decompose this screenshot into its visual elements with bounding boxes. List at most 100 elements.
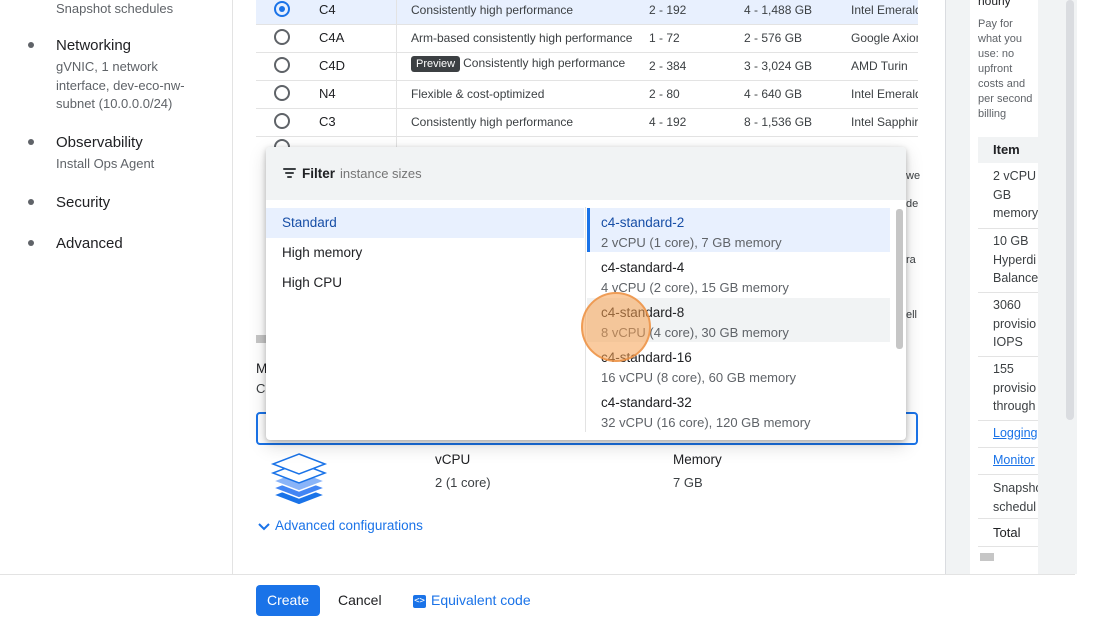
option-desc: 32 vCPU (16 core), 120 GB memory — [601, 415, 811, 430]
category-high-memory[interactable]: High memory — [266, 238, 584, 268]
left-nav: Snapshot schedules Networking gVNIC, 1 n… — [0, 0, 233, 574]
filter-label: Filter — [302, 166, 336, 181]
series-platform: Google Axion — [851, 31, 918, 45]
bullet-icon — [28, 240, 34, 246]
series-vcpus: 2 - 192 — [649, 3, 687, 17]
series-platform: Intel Emerald — [851, 87, 918, 101]
cancel-button[interactable]: Cancel — [338, 592, 382, 608]
chevron-down-icon — [258, 519, 270, 534]
nav-item-label: Observability — [56, 134, 143, 151]
series-desc: Arm-based consistently high performance — [411, 31, 633, 45]
series-desc: Consistently high performance — [463, 56, 626, 70]
series-platform: Intel Sapphire — [851, 115, 918, 129]
nav-item-desc: Install Ops Agent — [56, 156, 155, 171]
vcpu-value: 2 (1 core) — [435, 475, 491, 490]
stacked-layers-icon — [270, 451, 328, 507]
pricing-desc: Pay for what you use: no upfront costs a… — [978, 18, 1033, 120]
table-peek-text: we — [906, 170, 921, 182]
page-scrollbar[interactable] — [1066, 0, 1074, 420]
series-vcpus: 4 - 192 — [649, 115, 687, 129]
action-bar — [0, 574, 1075, 627]
option-c4-standard-32[interactable]: c4-standard-32 32 vCPU (16 core), 120 GB… — [587, 388, 890, 432]
series-vcpus: 2 - 384 — [649, 59, 687, 73]
pricing-item: 2 vCPU GB memory — [993, 169, 1038, 220]
memory-value: 7 GB — [673, 475, 703, 490]
pricing-item: Snapshot schedul — [993, 481, 1038, 514]
machine-series-table: C4 Consistently high performance 2 - 192… — [256, 0, 918, 164]
table-peek-text: ell — [906, 309, 918, 321]
nav-item-label: Security — [56, 194, 111, 211]
machine-type-dropdown: Filter Standard High memory High CPU c4-… — [266, 147, 906, 440]
series-name: N4 — [319, 86, 336, 101]
table-row-n4[interactable]: N4 Flexible & cost-optimized 2 - 80 4 - … — [256, 80, 918, 109]
option-name: c4-standard-4 — [601, 260, 685, 275]
table-row-c4d[interactable]: C4D Preview Consistently high performance… — [256, 52, 918, 81]
vcpu-label: vCPU — [435, 452, 471, 467]
radio-button[interactable] — [274, 85, 290, 101]
category-standard[interactable]: Standard — [266, 208, 584, 238]
table-row-c4[interactable]: C4 Consistently high performance 2 - 192… — [256, 0, 918, 25]
nav-item-label: Advanced — [56, 235, 123, 252]
nav-item-desc: gVNIC, 1 network interface, dev-eco-nw-s… — [56, 59, 185, 111]
radio-button[interactable] — [274, 57, 290, 73]
bullet-icon — [28, 139, 34, 145]
pricing-scrollbar[interactable] — [980, 553, 994, 561]
option-name: c4-standard-16 — [601, 350, 692, 365]
series-desc-wrap: Preview Consistently high performance — [411, 56, 625, 72]
bullet-icon — [28, 199, 34, 205]
filter-input[interactable] — [340, 166, 640, 181]
pricing-item: 3060 provisio IOPS — [993, 298, 1037, 349]
radio-button[interactable] — [274, 29, 290, 45]
series-platform: AMD Turin — [851, 59, 908, 73]
series-desc: Consistently high performance — [411, 115, 574, 129]
advanced-configurations-label: Advanced configurations — [275, 518, 423, 533]
option-name: c4-standard-2 — [601, 215, 685, 230]
pricing-item: 10 GB Hyperdi Balance — [993, 234, 1038, 285]
series-memory: 2 - 576 GB — [744, 31, 803, 45]
series-name: C4A — [319, 30, 345, 45]
option-desc: 16 vCPU (8 core), 60 GB memory — [601, 370, 797, 385]
preview-badge: Preview — [411, 56, 461, 72]
dropdown-scrollbar[interactable] — [896, 209, 903, 349]
series-name: C3 — [319, 114, 336, 129]
equivalent-code-button[interactable]: <> Equivalent code — [413, 592, 531, 608]
series-memory: 8 - 1,536 GB — [744, 115, 813, 129]
series-name: C4 — [319, 2, 336, 17]
series-memory: 4 - 1,488 GB — [744, 3, 813, 17]
memory-label: Memory — [673, 452, 722, 467]
item-header: Item — [993, 142, 1020, 157]
nav-item-label: Networking — [56, 37, 132, 54]
bullet-icon — [28, 42, 34, 48]
logging-link[interactable]: Logging — [993, 426, 1038, 440]
snapshot-schedules-text: Snapshot schedules — [56, 1, 174, 16]
option-c4-standard-4[interactable]: c4-standard-4 4 vCPU (2 core), 15 GB mem… — [587, 253, 890, 297]
series-vcpus: 2 - 80 — [649, 87, 680, 101]
table-row-c3[interactable]: C3 Consistently high performance 4 - 192… — [256, 108, 918, 137]
pricing-item: 155 provisio through — [993, 362, 1037, 413]
radio-button[interactable] — [274, 113, 290, 129]
filter-icon — [283, 168, 296, 178]
series-name: C4D — [319, 58, 346, 73]
table-peek-text: ra — [906, 254, 916, 266]
code-icon: <> — [413, 594, 426, 608]
table-peek-text: de — [906, 198, 919, 210]
category-high-cpu[interactable]: High CPU — [266, 268, 584, 298]
series-desc: Consistently high performance — [411, 3, 574, 17]
pricing-card: hourly Pay for what you use: no upfront … — [970, 0, 1038, 574]
table-row-c4a[interactable]: C4A Arm-based consistently high performa… — [256, 24, 918, 53]
series-vcpus: 1 - 72 — [649, 31, 680, 45]
option-c4-standard-2[interactable]: c4-standard-2 2 vCPU (1 core), 7 GB memo… — [587, 208, 890, 252]
create-button[interactable]: Create — [256, 585, 320, 616]
advanced-configurations-toggle[interactable]: Advanced configurations — [258, 518, 423, 534]
radio-button[interactable] — [274, 1, 290, 17]
pricing-total: Total — [993, 525, 1021, 540]
click-indicator — [581, 292, 651, 362]
series-memory: 4 - 640 GB — [744, 87, 803, 101]
monitoring-link[interactable]: Monitor — [993, 453, 1035, 467]
option-name: c4-standard-32 — [601, 395, 692, 410]
option-desc: 4 vCPU (2 core), 15 GB memory — [601, 280, 789, 295]
option-desc: 2 vCPU (1 core), 7 GB memory — [601, 235, 782, 250]
filter-bar: Filter — [266, 147, 906, 200]
equivalent-code-label: Equivalent code — [431, 592, 531, 608]
series-platform: Intel Emerald — [851, 3, 918, 17]
